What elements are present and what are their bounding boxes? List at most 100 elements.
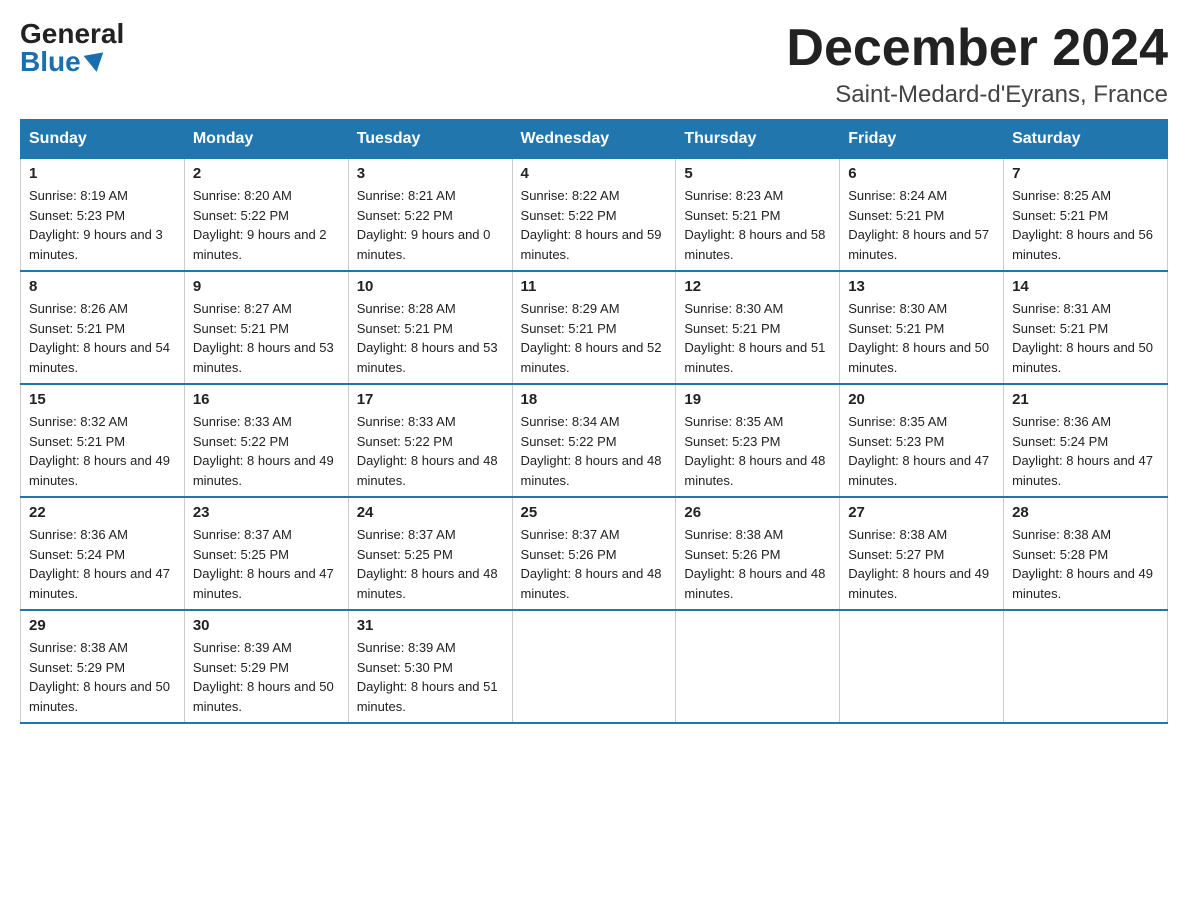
day-number: 26 — [684, 504, 831, 521]
weekday-header-wednesday: Wednesday — [512, 120, 676, 159]
calendar-cell: 14 Sunrise: 8:31 AMSunset: 5:21 PMDaylig… — [1004, 271, 1168, 384]
day-info: Sunrise: 8:26 AMSunset: 5:21 PMDaylight:… — [29, 301, 170, 375]
calendar-cell: 6 Sunrise: 8:24 AMSunset: 5:21 PMDayligh… — [840, 159, 1004, 272]
calendar-cell: 2 Sunrise: 8:20 AMSunset: 5:22 PMDayligh… — [184, 159, 348, 272]
title-block: December 2024 Saint-Medard-d'Eyrans, Fra… — [786, 20, 1168, 109]
day-number: 12 — [684, 278, 831, 295]
calendar-cell: 19 Sunrise: 8:35 AMSunset: 5:23 PMDaylig… — [676, 384, 840, 497]
calendar-cell: 1 Sunrise: 8:19 AMSunset: 5:23 PMDayligh… — [21, 159, 185, 272]
day-number: 21 — [1012, 391, 1159, 408]
logo-blue-text: Blue — [20, 48, 105, 76]
day-info: Sunrise: 8:33 AMSunset: 5:22 PMDaylight:… — [357, 414, 498, 488]
day-number: 18 — [521, 391, 668, 408]
calendar-cell: 5 Sunrise: 8:23 AMSunset: 5:21 PMDayligh… — [676, 159, 840, 272]
day-info: Sunrise: 8:28 AMSunset: 5:21 PMDaylight:… — [357, 301, 498, 375]
day-info: Sunrise: 8:21 AMSunset: 5:22 PMDaylight:… — [357, 188, 491, 262]
location-title: Saint-Medard-d'Eyrans, France — [786, 81, 1168, 109]
weekday-header-sunday: Sunday — [21, 120, 185, 159]
calendar-cell — [840, 610, 1004, 723]
calendar-cell: 7 Sunrise: 8:25 AMSunset: 5:21 PMDayligh… — [1004, 159, 1168, 272]
week-row-1: 1 Sunrise: 8:19 AMSunset: 5:23 PMDayligh… — [21, 159, 1168, 272]
day-info: Sunrise: 8:33 AMSunset: 5:22 PMDaylight:… — [193, 414, 334, 488]
day-info: Sunrise: 8:27 AMSunset: 5:21 PMDaylight:… — [193, 301, 334, 375]
calendar-cell: 3 Sunrise: 8:21 AMSunset: 5:22 PMDayligh… — [348, 159, 512, 272]
week-row-5: 29 Sunrise: 8:38 AMSunset: 5:29 PMDaylig… — [21, 610, 1168, 723]
day-number: 19 — [684, 391, 831, 408]
calendar-cell: 28 Sunrise: 8:38 AMSunset: 5:28 PMDaylig… — [1004, 497, 1168, 610]
calendar-cell: 9 Sunrise: 8:27 AMSunset: 5:21 PMDayligh… — [184, 271, 348, 384]
day-info: Sunrise: 8:34 AMSunset: 5:22 PMDaylight:… — [521, 414, 662, 488]
day-number: 11 — [521, 278, 668, 295]
weekday-header-friday: Friday — [840, 120, 1004, 159]
week-row-4: 22 Sunrise: 8:36 AMSunset: 5:24 PMDaylig… — [21, 497, 1168, 610]
calendar-cell — [676, 610, 840, 723]
weekday-header-row: SundayMondayTuesdayWednesdayThursdayFrid… — [21, 120, 1168, 159]
day-info: Sunrise: 8:22 AMSunset: 5:22 PMDaylight:… — [521, 188, 662, 262]
day-number: 10 — [357, 278, 504, 295]
day-number: 2 — [193, 165, 340, 182]
day-number: 6 — [848, 165, 995, 182]
calendar-cell: 26 Sunrise: 8:38 AMSunset: 5:26 PMDaylig… — [676, 497, 840, 610]
day-info: Sunrise: 8:39 AMSunset: 5:29 PMDaylight:… — [193, 640, 334, 714]
day-info: Sunrise: 8:37 AMSunset: 5:25 PMDaylight:… — [193, 527, 334, 601]
calendar-cell: 16 Sunrise: 8:33 AMSunset: 5:22 PMDaylig… — [184, 384, 348, 497]
calendar-cell: 24 Sunrise: 8:37 AMSunset: 5:25 PMDaylig… — [348, 497, 512, 610]
calendar-cell: 10 Sunrise: 8:28 AMSunset: 5:21 PMDaylig… — [348, 271, 512, 384]
day-info: Sunrise: 8:38 AMSunset: 5:26 PMDaylight:… — [684, 527, 825, 601]
day-number: 5 — [684, 165, 831, 182]
logo: General Blue — [20, 20, 124, 76]
calendar-cell: 13 Sunrise: 8:30 AMSunset: 5:21 PMDaylig… — [840, 271, 1004, 384]
day-number: 9 — [193, 278, 340, 295]
day-number: 25 — [521, 504, 668, 521]
calendar-cell: 4 Sunrise: 8:22 AMSunset: 5:22 PMDayligh… — [512, 159, 676, 272]
day-info: Sunrise: 8:30 AMSunset: 5:21 PMDaylight:… — [684, 301, 825, 375]
day-info: Sunrise: 8:23 AMSunset: 5:21 PMDaylight:… — [684, 188, 825, 262]
calendar-cell: 25 Sunrise: 8:37 AMSunset: 5:26 PMDaylig… — [512, 497, 676, 610]
day-number: 23 — [193, 504, 340, 521]
day-info: Sunrise: 8:25 AMSunset: 5:21 PMDaylight:… — [1012, 188, 1153, 262]
weekday-header-thursday: Thursday — [676, 120, 840, 159]
calendar-cell — [1004, 610, 1168, 723]
day-number: 7 — [1012, 165, 1159, 182]
calendar-cell: 15 Sunrise: 8:32 AMSunset: 5:21 PMDaylig… — [21, 384, 185, 497]
calendar-cell: 20 Sunrise: 8:35 AMSunset: 5:23 PMDaylig… — [840, 384, 1004, 497]
day-info: Sunrise: 8:30 AMSunset: 5:21 PMDaylight:… — [848, 301, 989, 375]
calendar-cell: 30 Sunrise: 8:39 AMSunset: 5:29 PMDaylig… — [184, 610, 348, 723]
day-number: 24 — [357, 504, 504, 521]
day-info: Sunrise: 8:19 AMSunset: 5:23 PMDaylight:… — [29, 188, 163, 262]
day-number: 15 — [29, 391, 176, 408]
day-number: 13 — [848, 278, 995, 295]
day-info: Sunrise: 8:38 AMSunset: 5:29 PMDaylight:… — [29, 640, 170, 714]
weekday-header-saturday: Saturday — [1004, 120, 1168, 159]
day-number: 28 — [1012, 504, 1159, 521]
logo-triangle-icon — [83, 52, 106, 73]
calendar-cell: 22 Sunrise: 8:36 AMSunset: 5:24 PMDaylig… — [21, 497, 185, 610]
day-info: Sunrise: 8:29 AMSunset: 5:21 PMDaylight:… — [521, 301, 662, 375]
calendar-cell: 29 Sunrise: 8:38 AMSunset: 5:29 PMDaylig… — [21, 610, 185, 723]
day-number: 4 — [521, 165, 668, 182]
day-info: Sunrise: 8:36 AMSunset: 5:24 PMDaylight:… — [1012, 414, 1153, 488]
day-info: Sunrise: 8:24 AMSunset: 5:21 PMDaylight:… — [848, 188, 989, 262]
weekday-header-tuesday: Tuesday — [348, 120, 512, 159]
calendar-table: SundayMondayTuesdayWednesdayThursdayFrid… — [20, 119, 1168, 724]
calendar-cell: 31 Sunrise: 8:39 AMSunset: 5:30 PMDaylig… — [348, 610, 512, 723]
week-row-2: 8 Sunrise: 8:26 AMSunset: 5:21 PMDayligh… — [21, 271, 1168, 384]
day-number: 17 — [357, 391, 504, 408]
calendar-cell: 8 Sunrise: 8:26 AMSunset: 5:21 PMDayligh… — [21, 271, 185, 384]
day-number: 8 — [29, 278, 176, 295]
day-number: 14 — [1012, 278, 1159, 295]
calendar-cell: 27 Sunrise: 8:38 AMSunset: 5:27 PMDaylig… — [840, 497, 1004, 610]
day-number: 31 — [357, 617, 504, 634]
day-number: 1 — [29, 165, 176, 182]
weekday-header-monday: Monday — [184, 120, 348, 159]
day-info: Sunrise: 8:37 AMSunset: 5:26 PMDaylight:… — [521, 527, 662, 601]
logo-general-text: General — [20, 20, 124, 48]
page-header: General Blue December 2024 Saint-Medard-… — [20, 20, 1168, 109]
day-info: Sunrise: 8:35 AMSunset: 5:23 PMDaylight:… — [848, 414, 989, 488]
calendar-cell: 12 Sunrise: 8:30 AMSunset: 5:21 PMDaylig… — [676, 271, 840, 384]
month-title: December 2024 — [786, 20, 1168, 77]
day-info: Sunrise: 8:32 AMSunset: 5:21 PMDaylight:… — [29, 414, 170, 488]
day-info: Sunrise: 8:38 AMSunset: 5:28 PMDaylight:… — [1012, 527, 1153, 601]
calendar-cell: 11 Sunrise: 8:29 AMSunset: 5:21 PMDaylig… — [512, 271, 676, 384]
calendar-cell: 18 Sunrise: 8:34 AMSunset: 5:22 PMDaylig… — [512, 384, 676, 497]
